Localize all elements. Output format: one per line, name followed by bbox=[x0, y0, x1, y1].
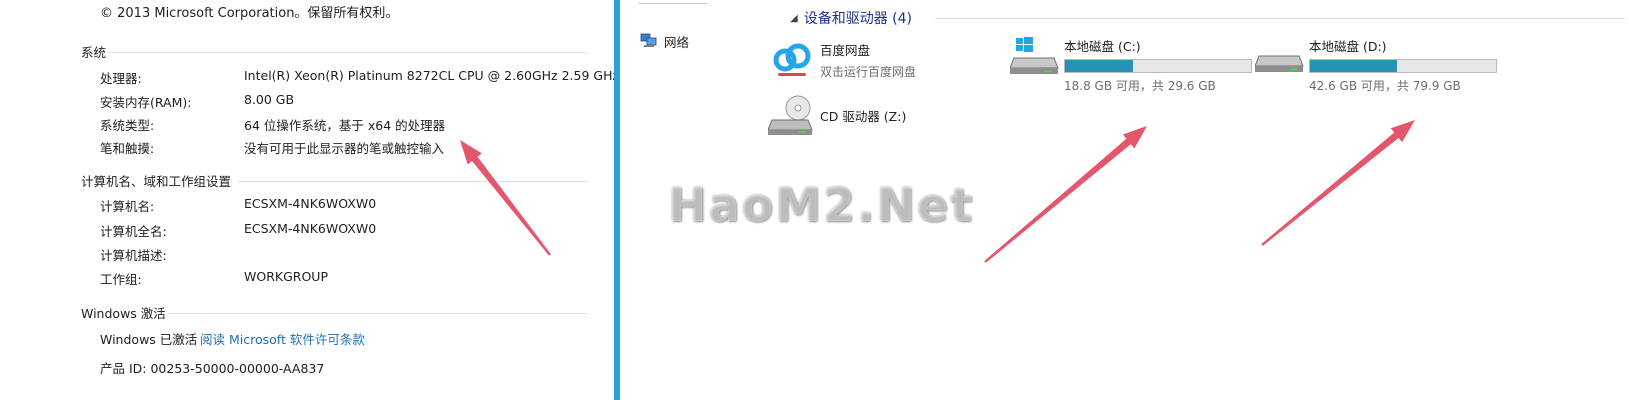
cd-drive-item[interactable]: CD 驱动器 (Z:) bbox=[767, 94, 907, 142]
full-computer-name-label: 计算机全名: bbox=[100, 224, 167, 239]
computer-description-label: 计算机描述: bbox=[100, 248, 167, 263]
hard-drive-icon bbox=[1254, 36, 1305, 82]
system-type-value: 64 位操作系统，基于 x64 的处理器 bbox=[244, 118, 446, 133]
network-icon bbox=[640, 32, 658, 51]
drive-d-space: 42.6 GB 可用，共 79.9 GB bbox=[1309, 79, 1461, 93]
section-title-computer: 计算机名、域和工作组设置 bbox=[81, 174, 232, 189]
local-disk-d-item[interactable]: 本地磁盘 (D:) 42.6 GB 可用，共 79.9 GB bbox=[1254, 36, 1497, 94]
ram-label: 安装内存(RAM): bbox=[100, 95, 192, 110]
drive-c-space: 18.8 GB 可用，共 29.6 GB bbox=[1064, 79, 1216, 93]
computer-name-label: 计算机名: bbox=[100, 199, 155, 214]
system-properties-panel: © 2013 Microsoft Corporation。保留所有权利。 系统 … bbox=[0, 0, 620, 400]
nav-scroll-remnant bbox=[638, 0, 708, 4]
system-type-label: 系统类型: bbox=[100, 118, 155, 133]
ram-value: 8.00 GB bbox=[244, 92, 295, 107]
section-title-system: 系统 bbox=[81, 45, 107, 60]
drive-c-name: 本地磁盘 (C:) bbox=[1064, 39, 1141, 54]
workgroup-value: WORKGROUP bbox=[244, 269, 328, 284]
section-divider bbox=[238, 181, 588, 182]
baidu-netdisk-item[interactable]: 百度网盘 双击运行百度网盘 bbox=[770, 40, 916, 84]
cd-drive-icon bbox=[767, 94, 816, 142]
license-terms-link[interactable]: 阅读 Microsoft 软件许可条款 bbox=[200, 329, 365, 348]
section-divider bbox=[168, 313, 588, 314]
collapse-triangle-icon: ◢ bbox=[790, 12, 798, 24]
product-id: 产品 ID: 00253-50000-00000-AA837 bbox=[100, 361, 325, 376]
nav-network-label: 网络 bbox=[664, 35, 690, 50]
cd-drive-name: CD 驱动器 (Z:) bbox=[820, 109, 907, 124]
baidu-cloud-icon bbox=[770, 40, 814, 84]
drive-d-name: 本地磁盘 (D:) bbox=[1309, 39, 1387, 54]
nav-item-network[interactable]: 网络 bbox=[640, 32, 689, 51]
watermark-text: HaoM2.Net bbox=[668, 178, 975, 232]
processor-value: Intel(R) Xeon(R) Platinum 8272CL CPU @ 2… bbox=[244, 68, 620, 83]
pen-touch-label: 笔和触摸: bbox=[100, 141, 155, 156]
local-disk-c-item[interactable]: 本地磁盘 (C:) 18.8 GB 可用，共 29.6 GB bbox=[1009, 36, 1252, 94]
devices-group-header[interactable]: ◢ 设备和驱动器 (4) bbox=[790, 8, 912, 28]
computer-name-value: ECSXM-4NK6WOXW0 bbox=[244, 196, 377, 211]
workgroup-label: 工作组: bbox=[100, 272, 142, 287]
devices-group-title: 设备和驱动器 (4) bbox=[803, 11, 912, 27]
drive-d-usage-bar bbox=[1309, 59, 1497, 73]
drive-c-usage-bar bbox=[1064, 59, 1252, 73]
drive-d-usage-fill bbox=[1310, 60, 1397, 72]
baidu-name: 百度网盘 bbox=[820, 43, 871, 58]
windows-drive-icon bbox=[1009, 36, 1060, 82]
baidu-subtitle: 双击运行百度网盘 bbox=[820, 65, 917, 79]
activation-status: Windows 已激活 bbox=[100, 332, 198, 347]
section-divider bbox=[108, 52, 588, 53]
section-title-activation: Windows 激活 bbox=[81, 306, 166, 321]
drive-c-usage-fill bbox=[1065, 60, 1133, 72]
pen-touch-value: 没有可用于此显示器的笔或触控输入 bbox=[244, 141, 445, 156]
full-computer-name-value: ECSXM-4NK6WOXW0 bbox=[244, 221, 377, 236]
processor-label: 处理器: bbox=[100, 71, 142, 86]
group-divider bbox=[935, 18, 1625, 19]
copyright-text: © 2013 Microsoft Corporation。保留所有权利。 bbox=[100, 6, 399, 21]
